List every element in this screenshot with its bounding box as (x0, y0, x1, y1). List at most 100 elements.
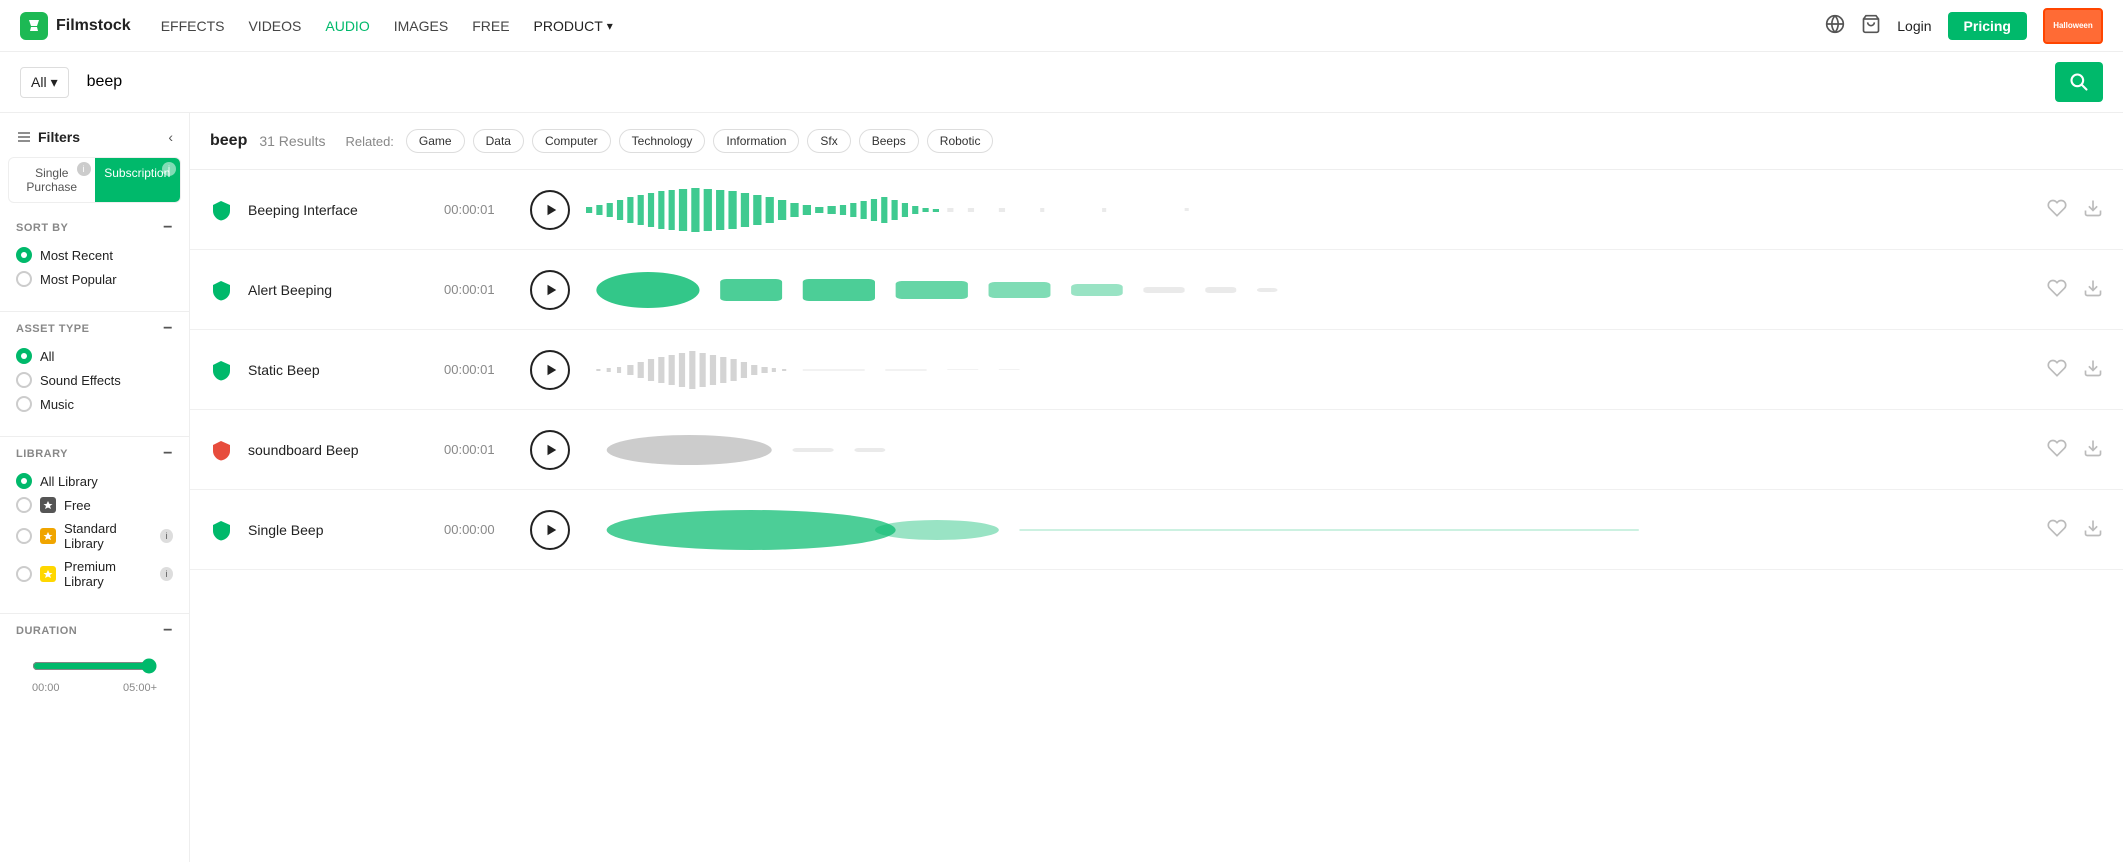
standard-library-info: i (160, 529, 173, 543)
track-name-4: soundboard Beep (248, 442, 428, 458)
track-shield-1 (210, 199, 232, 221)
library-premium[interactable]: Premium Library i (16, 559, 173, 589)
heart-button-2[interactable] (2047, 278, 2067, 301)
search-button[interactable] (2055, 62, 2103, 102)
library-options: All Library Free Standard Library i (16, 473, 173, 589)
track-name-3: Static Beep (248, 362, 428, 378)
pricing-button[interactable]: Pricing (1948, 12, 2027, 40)
download-button-2[interactable] (2083, 278, 2103, 301)
tag-robotic[interactable]: Robotic (927, 129, 994, 153)
subscription-info: i (162, 162, 176, 176)
nav-effects[interactable]: EFFECTS (161, 18, 225, 34)
track-row: Beeping Interface 00:00:01 (190, 170, 2123, 250)
main-nav: EFFECTS VIDEOS AUDIO IMAGES FREE PRODUCT… (161, 18, 613, 34)
asset-type-all[interactable]: All (16, 348, 173, 364)
subscription-tab[interactable]: Subscription i (95, 158, 181, 202)
sort-most-popular[interactable]: Most Popular (16, 271, 173, 287)
search-input[interactable] (79, 69, 2045, 95)
track-row: Static Beep 00:00:01 (190, 330, 2123, 410)
tag-game[interactable]: Game (406, 129, 465, 153)
waveform-4 (586, 425, 2031, 475)
waveform-2 (586, 265, 2031, 315)
tag-sfx[interactable]: Sfx (807, 129, 850, 153)
library-all[interactable]: All Library (16, 473, 173, 489)
library-free-radio (16, 497, 32, 513)
heart-button-4[interactable] (2047, 438, 2067, 461)
download-button-3[interactable] (2083, 358, 2103, 381)
search-term: beep (210, 132, 247, 150)
heart-button-3[interactable] (2047, 358, 2067, 381)
sidebar-header: Filters ‹ (0, 129, 189, 157)
search-filter-dropdown[interactable]: All ▾ (20, 67, 69, 98)
library-collapse[interactable]: − (163, 445, 173, 463)
product-dropdown-arrow: ▾ (607, 19, 613, 33)
related-tags: Game Data Computer Technology Informatio… (406, 129, 994, 153)
library-standard[interactable]: Standard Library i (16, 521, 173, 551)
nav-product[interactable]: PRODUCT ▾ (534, 18, 613, 34)
heart-button-5[interactable] (2047, 518, 2067, 541)
asset-type-collapse[interactable]: − (163, 320, 173, 338)
related-label: Related: (346, 134, 394, 149)
nav-audio[interactable]: AUDIO (325, 18, 369, 34)
nav-videos[interactable]: VIDEOS (248, 18, 301, 34)
play-button-5[interactable] (530, 510, 570, 550)
track-row: Alert Beeping 00:00:01 (190, 250, 2123, 330)
tag-beeps[interactable]: Beeps (859, 129, 919, 153)
logo[interactable]: Filmstock (20, 12, 131, 40)
asset-all-radio (16, 348, 32, 364)
asset-music-radio (16, 396, 32, 412)
sort-by-collapse[interactable]: − (163, 219, 173, 237)
waveform-1 (586, 185, 2031, 235)
play-button-4[interactable] (530, 430, 570, 470)
globe-icon[interactable] (1825, 14, 1845, 37)
download-button-5[interactable] (2083, 518, 2103, 541)
play-button-2[interactable] (530, 270, 570, 310)
nav-free[interactable]: FREE (472, 18, 509, 34)
standard-badge (40, 528, 56, 544)
single-purchase-tab[interactable]: Single Purchase i (9, 158, 95, 202)
download-button-4[interactable] (2083, 438, 2103, 461)
library-section: LIBRARY − All Library Free (0, 445, 189, 605)
tag-technology[interactable]: Technology (619, 129, 706, 153)
tag-data[interactable]: Data (473, 129, 524, 153)
download-button-1[interactable] (2083, 198, 2103, 221)
library-premium-radio (16, 566, 32, 582)
heart-button-1[interactable] (2047, 198, 2067, 221)
track-shield-5 (210, 519, 232, 541)
track-actions-3 (2047, 358, 2103, 381)
play-button-3[interactable] (530, 350, 570, 390)
header: Filmstock EFFECTS VIDEOS AUDIO IMAGES FR… (0, 0, 2123, 52)
single-purchase-info: i (77, 162, 91, 176)
duration-collapse[interactable]: − (163, 622, 173, 640)
track-actions-4 (2047, 438, 2103, 461)
tag-computer[interactable]: Computer (532, 129, 611, 153)
sort-most-recent[interactable]: Most Recent (16, 247, 173, 263)
duration-slider[interactable] (32, 658, 157, 674)
nav-images[interactable]: IMAGES (394, 18, 448, 34)
sort-most-popular-radio (16, 271, 32, 287)
duration-labels: 00:00 05:00+ (32, 682, 157, 694)
track-row: Single Beep 00:00:00 (190, 490, 2123, 570)
premium-library-info: i (160, 567, 173, 581)
sidebar-title: Filters (16, 129, 80, 145)
library-all-radio (16, 473, 32, 489)
purchase-tabs: Single Purchase i Subscription i (8, 157, 181, 203)
asset-type-music[interactable]: Music (16, 396, 173, 412)
sidebar-collapse-button[interactable]: ‹ (168, 129, 173, 145)
asset-type-sfx[interactable]: Sound Effects (16, 372, 173, 388)
track-actions-2 (2047, 278, 2103, 301)
play-button-1[interactable] (530, 190, 570, 230)
login-button[interactable]: Login (1897, 18, 1931, 34)
duration-section: DURATION − 00:00 05:00+ (0, 622, 189, 710)
main-content: beep 31 Results Related: Game Data Compu… (190, 113, 2123, 862)
library-free[interactable]: Free (16, 497, 173, 513)
cart-icon[interactable] (1861, 14, 1881, 37)
waveform-3 (586, 345, 2031, 395)
logo-icon (20, 12, 48, 40)
track-shield-3 (210, 359, 232, 381)
search-bar: All ▾ (0, 52, 2123, 113)
logo-text: Filmstock (56, 17, 131, 35)
halloween-badge[interactable]: Halloween (2043, 8, 2103, 44)
free-badge (40, 497, 56, 513)
tag-information[interactable]: Information (713, 129, 799, 153)
